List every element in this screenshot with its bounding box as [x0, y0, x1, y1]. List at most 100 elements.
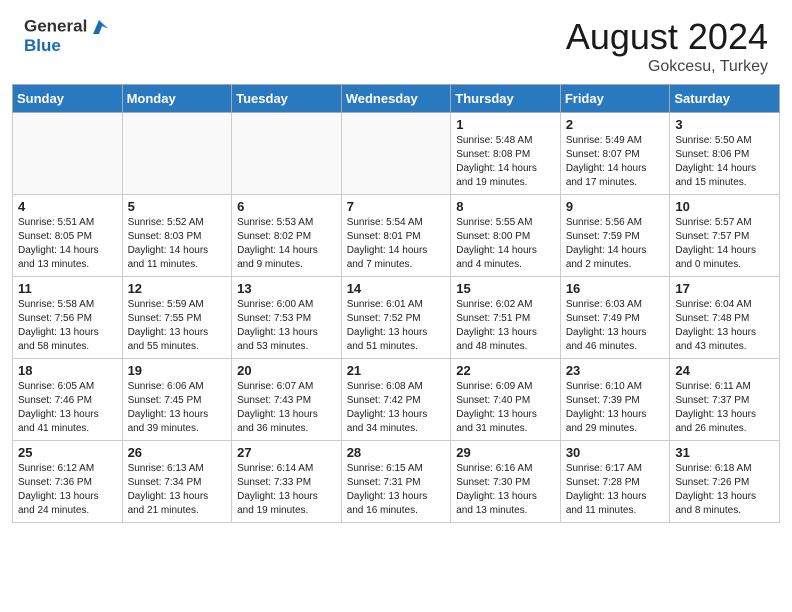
- day-info: Sunrise: 6:09 AMSunset: 7:40 PMDaylight:…: [456, 380, 555, 436]
- location-subtitle: Gokcesu, Turkey: [566, 58, 768, 76]
- day-info: Sunrise: 6:07 AMSunset: 7:43 PMDaylight:…: [237, 380, 336, 436]
- col-header-thursday: Thursday: [451, 85, 561, 113]
- day-number: 6: [237, 199, 336, 214]
- day-cell: 2Sunrise: 5:49 AMSunset: 8:07 PMDaylight…: [560, 113, 670, 195]
- day-cell: 18Sunrise: 6:05 AMSunset: 7:46 PMDayligh…: [13, 359, 123, 441]
- day-info: Sunrise: 6:11 AMSunset: 7:37 PMDaylight:…: [675, 380, 774, 436]
- title-section: August 2024 Gokcesu, Turkey: [566, 16, 768, 76]
- day-info: Sunrise: 5:59 AMSunset: 7:55 PMDaylight:…: [128, 298, 227, 354]
- logo-general: General: [24, 16, 87, 35]
- day-number: 27: [237, 445, 336, 460]
- week-row-5: 25 Sunrise: 6:12 AMSunset: 7:36 PMDayligh…: [13, 441, 780, 523]
- logo-blue: Blue: [24, 36, 110, 56]
- day-info: Sunrise: 6:17 AMSunset: 7:28 PMDaylight:…: [566, 462, 665, 518]
- day-info: Sunrise: 5:58 AMSunset: 7:56 PMDaylight:…: [18, 298, 117, 354]
- day-cell: 15Sunrise: 6:02 AMSunset: 7:51 PMDayligh…: [451, 277, 561, 359]
- day-cell: 6 Sunrise: 5:53 AMSunset: 8:02 PMDaylight…: [232, 195, 342, 277]
- day-number: 22: [456, 363, 555, 378]
- day-cell: 10Sunrise: 5:57 AMSunset: 7:57 PMDayligh…: [670, 195, 780, 277]
- day-info: Sunrise: 6:01 AMSunset: 7:52 PMDaylight:…: [347, 298, 446, 354]
- day-info: Sunrise: 6:16 AMSunset: 7:30 PMDaylight:…: [456, 462, 555, 518]
- day-info: Sunrise: 6:15 AMSunset: 7:31 PMDaylight:…: [347, 462, 446, 518]
- day-info: Sunrise: 6:04 AMSunset: 7:48 PMDaylight:…: [675, 298, 774, 354]
- col-header-sunday: Sunday: [13, 85, 123, 113]
- col-header-saturday: Saturday: [670, 85, 780, 113]
- col-header-wednesday: Wednesday: [341, 85, 451, 113]
- day-cell: 30Sunrise: 6:17 AMSunset: 7:28 PMDayligh…: [560, 441, 670, 523]
- day-cell: 9 Sunrise: 5:56 AMSunset: 7:59 PMDaylight…: [560, 195, 670, 277]
- day-number: 4: [18, 199, 117, 214]
- day-number: 3: [675, 117, 774, 132]
- week-row-2: 4 Sunrise: 5:51 AMSunset: 8:05 PMDaylight…: [13, 195, 780, 277]
- day-number: 26: [128, 445, 227, 460]
- day-number: 31: [675, 445, 774, 460]
- logo-icon: [88, 16, 110, 38]
- day-cell: 12Sunrise: 5:59 AMSunset: 7:55 PMDayligh…: [122, 277, 232, 359]
- day-cell: 28 Sunrise: 6:15 AMSunset: 7:31 PMDayligh…: [341, 441, 451, 523]
- day-info: Sunrise: 6:06 AMSunset: 7:45 PMDaylight:…: [128, 380, 227, 436]
- day-info: Sunrise: 5:48 AMSunset: 8:08 PMDaylight:…: [456, 134, 555, 190]
- day-cell: 4 Sunrise: 5:51 AMSunset: 8:05 PMDaylight…: [13, 195, 123, 277]
- day-number: 21: [347, 363, 446, 378]
- day-cell: [122, 113, 232, 195]
- col-header-monday: Monday: [122, 85, 232, 113]
- month-year-title: August 2024: [566, 16, 768, 58]
- day-number: 7: [347, 199, 446, 214]
- day-cell: 13Sunrise: 6:00 AMSunset: 7:53 PMDayligh…: [232, 277, 342, 359]
- day-info: Sunrise: 5:54 AMSunset: 8:01 PMDaylight:…: [347, 216, 446, 272]
- calendar-header-row: SundayMondayTuesdayWednesdayThursdayFrid…: [13, 85, 780, 113]
- day-info: Sunrise: 5:51 AMSunset: 8:05 PMDaylight:…: [18, 216, 117, 272]
- day-cell: 26Sunrise: 6:13 AMSunset: 7:34 PMDayligh…: [122, 441, 232, 523]
- page-header: General Blue August 2024 Gokcesu, Turkey: [4, 0, 788, 84]
- day-info: Sunrise: 6:03 AMSunset: 7:49 PMDaylight:…: [566, 298, 665, 354]
- day-number: 5: [128, 199, 227, 214]
- day-cell: 7 Sunrise: 5:54 AMSunset: 8:01 PMDaylight…: [341, 195, 451, 277]
- day-info: Sunrise: 5:53 AMSunset: 8:02 PMDaylight:…: [237, 216, 336, 272]
- day-number: 28: [347, 445, 446, 460]
- day-cell: 3 Sunrise: 5:50 AMSunset: 8:06 PMDaylight…: [670, 113, 780, 195]
- day-cell: [13, 113, 123, 195]
- day-number: 19: [128, 363, 227, 378]
- day-cell: 25 Sunrise: 6:12 AMSunset: 7:36 PMDayligh…: [13, 441, 123, 523]
- day-cell: 19 Sunrise: 6:06 AMSunset: 7:45 PMDayligh…: [122, 359, 232, 441]
- calendar-table: SundayMondayTuesdayWednesdayThursdayFrid…: [12, 84, 780, 523]
- day-number: 23: [566, 363, 665, 378]
- week-row-1: 1Sunrise: 5:48 AMSunset: 8:08 PMDaylight…: [13, 113, 780, 195]
- day-info: Sunrise: 5:56 AMSunset: 7:59 PMDaylight:…: [566, 216, 665, 272]
- day-cell: 27 Sunrise: 6:14 AMSunset: 7:33 PMDayligh…: [232, 441, 342, 523]
- day-cell: 5 Sunrise: 5:52 AMSunset: 8:03 PMDaylight…: [122, 195, 232, 277]
- day-info: Sunrise: 5:50 AMSunset: 8:06 PMDaylight:…: [675, 134, 774, 190]
- day-cell: 22 Sunrise: 6:09 AMSunset: 7:40 PMDayligh…: [451, 359, 561, 441]
- day-info: Sunrise: 6:02 AMSunset: 7:51 PMDaylight:…: [456, 298, 555, 354]
- day-cell: 17 Sunrise: 6:04 AMSunset: 7:48 PMDayligh…: [670, 277, 780, 359]
- day-number: 13: [237, 281, 336, 296]
- day-cell: 8Sunrise: 5:55 AMSunset: 8:00 PMDaylight…: [451, 195, 561, 277]
- day-info: Sunrise: 5:52 AMSunset: 8:03 PMDaylight:…: [128, 216, 227, 272]
- week-row-4: 18Sunrise: 6:05 AMSunset: 7:46 PMDayligh…: [13, 359, 780, 441]
- day-cell: [341, 113, 451, 195]
- day-info: Sunrise: 5:49 AMSunset: 8:07 PMDaylight:…: [566, 134, 665, 190]
- day-cell: 21 Sunrise: 6:08 AMSunset: 7:42 PMDayligh…: [341, 359, 451, 441]
- day-number: 17: [675, 281, 774, 296]
- logo: General Blue: [24, 16, 110, 56]
- day-number: 11: [18, 281, 117, 296]
- day-info: Sunrise: 6:10 AMSunset: 7:39 PMDaylight:…: [566, 380, 665, 436]
- day-info: Sunrise: 6:08 AMSunset: 7:42 PMDaylight:…: [347, 380, 446, 436]
- col-header-tuesday: Tuesday: [232, 85, 342, 113]
- day-cell: 24 Sunrise: 6:11 AMSunset: 7:37 PMDayligh…: [670, 359, 780, 441]
- day-info: Sunrise: 6:14 AMSunset: 7:33 PMDaylight:…: [237, 462, 336, 518]
- day-number: 10: [675, 199, 774, 214]
- day-number: 24: [675, 363, 774, 378]
- day-number: 9: [566, 199, 665, 214]
- day-cell: 1Sunrise: 5:48 AMSunset: 8:08 PMDaylight…: [451, 113, 561, 195]
- day-number: 8: [456, 199, 555, 214]
- day-cell: 11 Sunrise: 5:58 AMSunset: 7:56 PMDayligh…: [13, 277, 123, 359]
- day-cell: [232, 113, 342, 195]
- day-number: 29: [456, 445, 555, 460]
- day-cell: 20Sunrise: 6:07 AMSunset: 7:43 PMDayligh…: [232, 359, 342, 441]
- day-cell: 14Sunrise: 6:01 AMSunset: 7:52 PMDayligh…: [341, 277, 451, 359]
- day-number: 25: [18, 445, 117, 460]
- day-number: 16: [566, 281, 665, 296]
- day-cell: 31Sunrise: 6:18 AMSunset: 7:26 PMDayligh…: [670, 441, 780, 523]
- day-info: Sunrise: 6:12 AMSunset: 7:36 PMDaylight:…: [18, 462, 117, 518]
